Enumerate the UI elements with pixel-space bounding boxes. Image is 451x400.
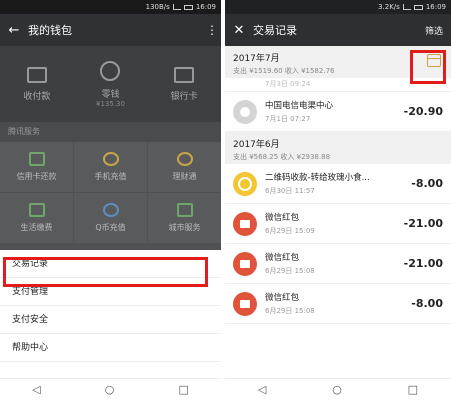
transaction-amount: -8.00 <box>411 297 443 310</box>
service-label: 理财通 <box>172 172 197 181</box>
network-speed: 3.2K/s <box>378 3 400 11</box>
highlight-box <box>3 257 208 287</box>
nav-home-icon[interactable]: ○ <box>332 383 342 396</box>
network-speed: 130B/s <box>145 3 170 11</box>
nav-back-icon[interactable]: ◁ <box>32 383 40 396</box>
transaction-row[interactable]: 微信红包 6月29日 15:08 -21.00 <box>225 244 451 284</box>
android-nav-bar: ◁ ○ □ <box>0 378 221 400</box>
android-nav-bar: ◁ ○ □ <box>225 378 451 400</box>
transaction-name: 微信红包 <box>265 253 300 263</box>
service-phone-topup[interactable]: 手机充值 <box>74 142 147 192</box>
transaction-name: 中国电信电渠中心 <box>265 101 334 111</box>
wallet-label: 零钱 <box>101 89 120 100</box>
wallet-bank-card[interactable]: 银行卡 <box>149 66 219 102</box>
menu-payment-security[interactable]: 支付安全 <box>0 306 221 334</box>
transaction-amount: -21.00 <box>403 217 443 230</box>
transaction-row[interactable]: 二维码收款-转给玫瑰小食... 6月30日 11:57 -8.00 <box>225 164 451 204</box>
menu-help-center[interactable]: 帮助中心 <box>0 334 221 362</box>
month-label: 2017年6月 <box>233 140 280 150</box>
service-wealth[interactable]: 理财通 <box>148 142 221 192</box>
nav-recent-icon[interactable]: □ <box>179 383 189 396</box>
credit-card-icon <box>28 152 45 166</box>
signal-icon <box>172 4 181 10</box>
wealth-icon <box>176 152 193 166</box>
service-utilities[interactable]: 生活缴费 <box>0 193 73 243</box>
month-summary: 支出 ¥568.25 收入 ¥2938.88 <box>233 153 331 161</box>
page-title: 交易记录 <box>253 24 297 37</box>
qq-icon <box>102 203 119 217</box>
transaction-amount: -21.00 <box>403 257 443 270</box>
red-packet-icon <box>233 251 257 276</box>
service-label: 信用卡还款 <box>16 172 57 181</box>
month-header: 2017年6月 支出 ¥568.25 收入 ¥2938.88 <box>225 132 451 164</box>
red-packet-icon <box>233 291 257 316</box>
transactions-screen: 3.2K/s 16:09 ✕ 交易记录 筛选 2017年7月 支出 ¥1519.… <box>225 0 451 400</box>
city-icon <box>176 203 193 217</box>
transaction-amount: -8.00 <box>411 177 443 190</box>
wallet-header: ← 我的钱包 ⋮ <box>0 14 221 46</box>
card-icon <box>174 66 195 83</box>
wallet-label: 银行卡 <box>170 91 198 102</box>
yen-icon <box>102 152 119 166</box>
service-label: 生活缴费 <box>20 223 53 232</box>
signal-icon <box>402 4 411 10</box>
service-credit-card[interactable]: 信用卡还款 <box>0 142 73 192</box>
transaction-name: 微信红包 <box>265 213 300 223</box>
transaction-date: 6月29日 15:08 <box>265 307 315 315</box>
status-bar: 130B/s 16:09 <box>0 0 221 14</box>
transactions-header: ✕ 交易记录 筛选 <box>225 14 451 46</box>
section-title: 腾讯服务 <box>0 122 221 142</box>
service-qcoin[interactable]: Q币充值 <box>74 193 147 243</box>
coin-icon <box>100 60 121 81</box>
utilities-icon <box>28 203 45 217</box>
transaction-amount: -20.90 <box>403 105 443 118</box>
status-bar: 3.2K/s 16:09 <box>225 0 451 14</box>
qr-payment-icon <box>233 171 257 196</box>
nav-home-icon[interactable]: ○ <box>105 383 115 396</box>
wallet-screen: 130B/s 16:09 ← 我的钱包 ⋮ 收付款 零钱 ¥135.30 银行卡… <box>0 0 221 400</box>
transaction-date: 6月30日 11:57 <box>265 187 315 195</box>
more-options-icon[interactable]: ⋮ <box>203 23 221 37</box>
battery-icon <box>183 4 193 10</box>
filter-button[interactable]: 筛选 <box>425 24 451 37</box>
clock: 16:09 <box>425 3 446 11</box>
transaction-date: 7月3日 09:24 <box>265 80 311 88</box>
red-packet-icon <box>233 211 257 236</box>
service-label: Q币充值 <box>95 223 126 232</box>
transaction-name: 二维码收款-转给玫瑰小食... <box>265 173 370 183</box>
scan-icon <box>26 66 47 83</box>
wallet-balance[interactable]: 零钱 ¥135.30 <box>75 60 145 108</box>
service-grid: 信用卡还款 手机充值 理财通 生活缴费 Q币充值 城市服务 <box>0 142 221 250</box>
wallet-collect-pay[interactable]: 收付款 <box>2 66 72 102</box>
transaction-date: 6月29日 15:09 <box>265 227 315 235</box>
clock: 16:09 <box>195 3 216 11</box>
transaction-date: 6月29日 15:08 <box>265 267 315 275</box>
highlight-box <box>410 50 446 84</box>
service-label: 手机充值 <box>94 172 127 181</box>
nav-recent-icon[interactable]: □ <box>408 383 418 396</box>
transaction-row[interactable]: 中国电信电渠中心 7月1日 07:27 -20.90 <box>225 92 451 132</box>
back-arrow-icon[interactable]: ← <box>0 23 28 38</box>
transaction-row[interactable]: 微信红包 6月29日 15:08 -8.00 <box>225 284 451 324</box>
balance-amount: ¥135.30 <box>96 99 125 108</box>
wallet-label: 收付款 <box>23 91 51 102</box>
transaction-row[interactable]: 微信红包 6月29日 15:09 -21.00 <box>225 204 451 244</box>
nav-back-icon[interactable]: ◁ <box>258 383 266 396</box>
close-icon[interactable]: ✕ <box>225 23 253 38</box>
transaction-name: 微信红包 <box>265 293 300 303</box>
page-title: 我的钱包 <box>28 24 72 37</box>
service-city[interactable]: 城市服务 <box>148 193 221 243</box>
battery-icon <box>413 4 423 10</box>
transaction-date: 7月1日 07:27 <box>265 115 311 123</box>
service-label: 城市服务 <box>168 223 201 232</box>
merchant-avatar-icon <box>233 99 257 124</box>
wallet-summary: 收付款 零钱 ¥135.30 银行卡 <box>0 46 221 122</box>
